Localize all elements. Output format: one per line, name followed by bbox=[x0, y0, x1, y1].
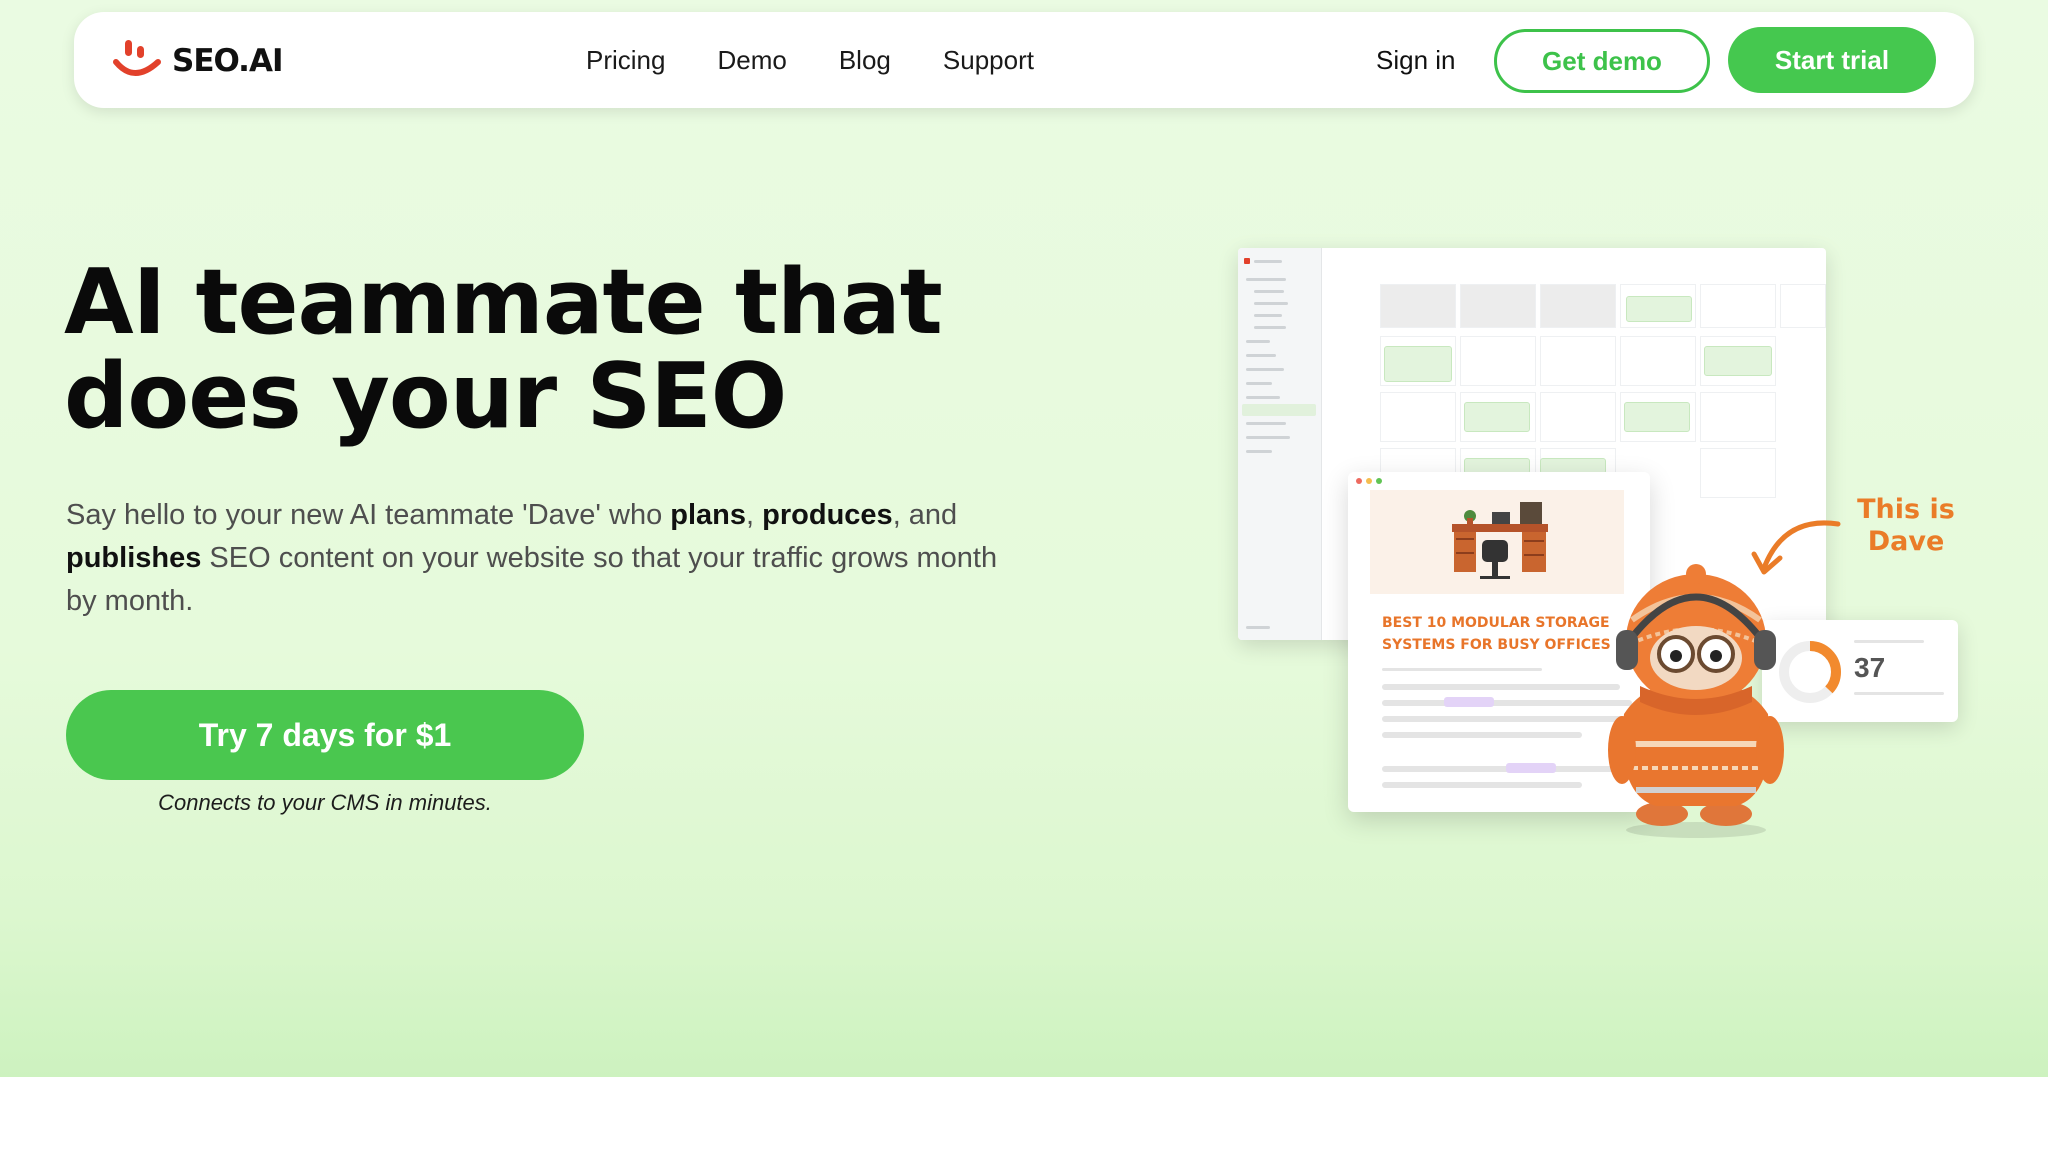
mock-sidebar-line bbox=[1246, 450, 1272, 453]
score-value: 37 bbox=[1854, 652, 1886, 683]
calendar-day bbox=[1700, 448, 1776, 498]
article-text-line bbox=[1382, 732, 1582, 738]
mock-sidebar-line bbox=[1246, 340, 1270, 343]
calendar-day bbox=[1540, 284, 1616, 328]
score-label-line bbox=[1854, 640, 1924, 643]
mock-sidebar-line bbox=[1254, 290, 1284, 293]
window-dot-red bbox=[1356, 478, 1362, 484]
mock-sidebar-line bbox=[1246, 368, 1284, 371]
window-dot-yellow bbox=[1366, 478, 1372, 484]
calendar-card bbox=[1464, 402, 1530, 432]
get-demo-button[interactable]: Get demo bbox=[1494, 29, 1710, 93]
curved-arrow-icon bbox=[1751, 520, 1841, 575]
dave-callout-line-2: Dave bbox=[1867, 526, 1945, 557]
hero-headline: AI teammate that does your SEO bbox=[64, 256, 964, 444]
nav-link-pricing[interactable]: Pricing bbox=[586, 45, 665, 76]
window-dot-green bbox=[1376, 478, 1382, 484]
mock-sidebar-active bbox=[1242, 404, 1316, 416]
subtext-and: , and bbox=[892, 499, 958, 531]
calendar-day bbox=[1620, 336, 1696, 386]
calendar-day bbox=[1540, 392, 1616, 442]
headline-line-2: does your SEO bbox=[64, 344, 787, 449]
try-trial-button[interactable]: Try 7 days for $1 bbox=[66, 690, 584, 780]
article-text-line bbox=[1382, 716, 1632, 722]
mock-sidebar-line bbox=[1254, 260, 1282, 263]
logo-text: SEO.AI bbox=[172, 43, 283, 79]
logo[interactable]: SEO.AI bbox=[112, 38, 283, 84]
calendar-day bbox=[1540, 336, 1616, 386]
mock-sidebar-line bbox=[1246, 436, 1290, 439]
mock-sidebar-line bbox=[1246, 422, 1286, 425]
article-highlight bbox=[1506, 763, 1556, 773]
mock-sidebar-line bbox=[1254, 314, 1282, 317]
desk-illustration bbox=[1370, 490, 1624, 594]
calendar-card bbox=[1384, 346, 1452, 382]
window-dots bbox=[1356, 478, 1382, 484]
subtext-plans: plans bbox=[670, 499, 747, 531]
mock-sidebar-line bbox=[1254, 326, 1286, 329]
calendar-card bbox=[1704, 346, 1772, 376]
calendar-day bbox=[1460, 284, 1536, 328]
calendar-day bbox=[1460, 336, 1536, 386]
article-text-line bbox=[1382, 700, 1632, 706]
article-text-line bbox=[1382, 684, 1620, 690]
article-title: BEST 10 MODULAR STORAGE SYSTEMS FOR BUSY… bbox=[1382, 615, 1611, 653]
calendar-day bbox=[1380, 284, 1456, 328]
subtext-comma: , bbox=[746, 499, 763, 531]
mock-sidebar-line bbox=[1246, 278, 1286, 281]
logo-smile-icon bbox=[112, 38, 162, 84]
subtext-intro: Say hello to your new AI teammate 'Dave'… bbox=[66, 499, 671, 531]
score-line bbox=[1854, 692, 1944, 695]
nav-link-blog[interactable]: Blog bbox=[839, 45, 891, 76]
calendar-card bbox=[1626, 296, 1692, 322]
sign-in-link[interactable]: Sign in bbox=[1376, 12, 1456, 108]
mock-logo-icon bbox=[1244, 258, 1250, 264]
article-meta-line bbox=[1382, 668, 1542, 671]
article-highlight bbox=[1444, 697, 1494, 707]
nav-link-support[interactable]: Support bbox=[943, 45, 1034, 76]
calendar-card bbox=[1624, 402, 1690, 432]
start-trial-button[interactable]: Start trial bbox=[1728, 27, 1936, 93]
hero-subtext: Say hello to your new AI teammate 'Dave'… bbox=[66, 494, 1026, 623]
top-navbar: SEO.AI Pricing Demo Blog Support Sign in… bbox=[74, 12, 1974, 108]
article-text-line bbox=[1382, 782, 1582, 788]
subtext-produces: produces bbox=[762, 499, 893, 531]
mock-sidebar-line bbox=[1246, 626, 1270, 629]
calendar-day bbox=[1380, 392, 1456, 442]
dave-character bbox=[1596, 544, 1796, 840]
calendar-day bbox=[1700, 392, 1776, 442]
headline-line-1: AI teammate that bbox=[64, 250, 943, 355]
subtext-outro: SEO content on your website so that your… bbox=[66, 542, 998, 617]
dave-callout: This is Dave bbox=[1836, 494, 1976, 558]
mock-sidebar-line bbox=[1246, 396, 1280, 399]
mock-sidebar bbox=[1238, 248, 1322, 640]
nav-links: Pricing Demo Blog Support bbox=[586, 12, 1034, 108]
cta-note: Connects to your CMS in minutes. bbox=[158, 790, 492, 815]
calendar-day bbox=[1700, 284, 1776, 328]
dave-callout-line-1: This is bbox=[1857, 494, 1955, 525]
nav-link-demo[interactable]: Demo bbox=[717, 45, 786, 76]
mock-sidebar-line bbox=[1246, 382, 1272, 385]
subtext-publishes: publishes bbox=[66, 542, 202, 574]
mock-sidebar-line bbox=[1254, 302, 1288, 305]
calendar-day bbox=[1780, 284, 1826, 328]
mock-sidebar-line bbox=[1246, 354, 1276, 357]
